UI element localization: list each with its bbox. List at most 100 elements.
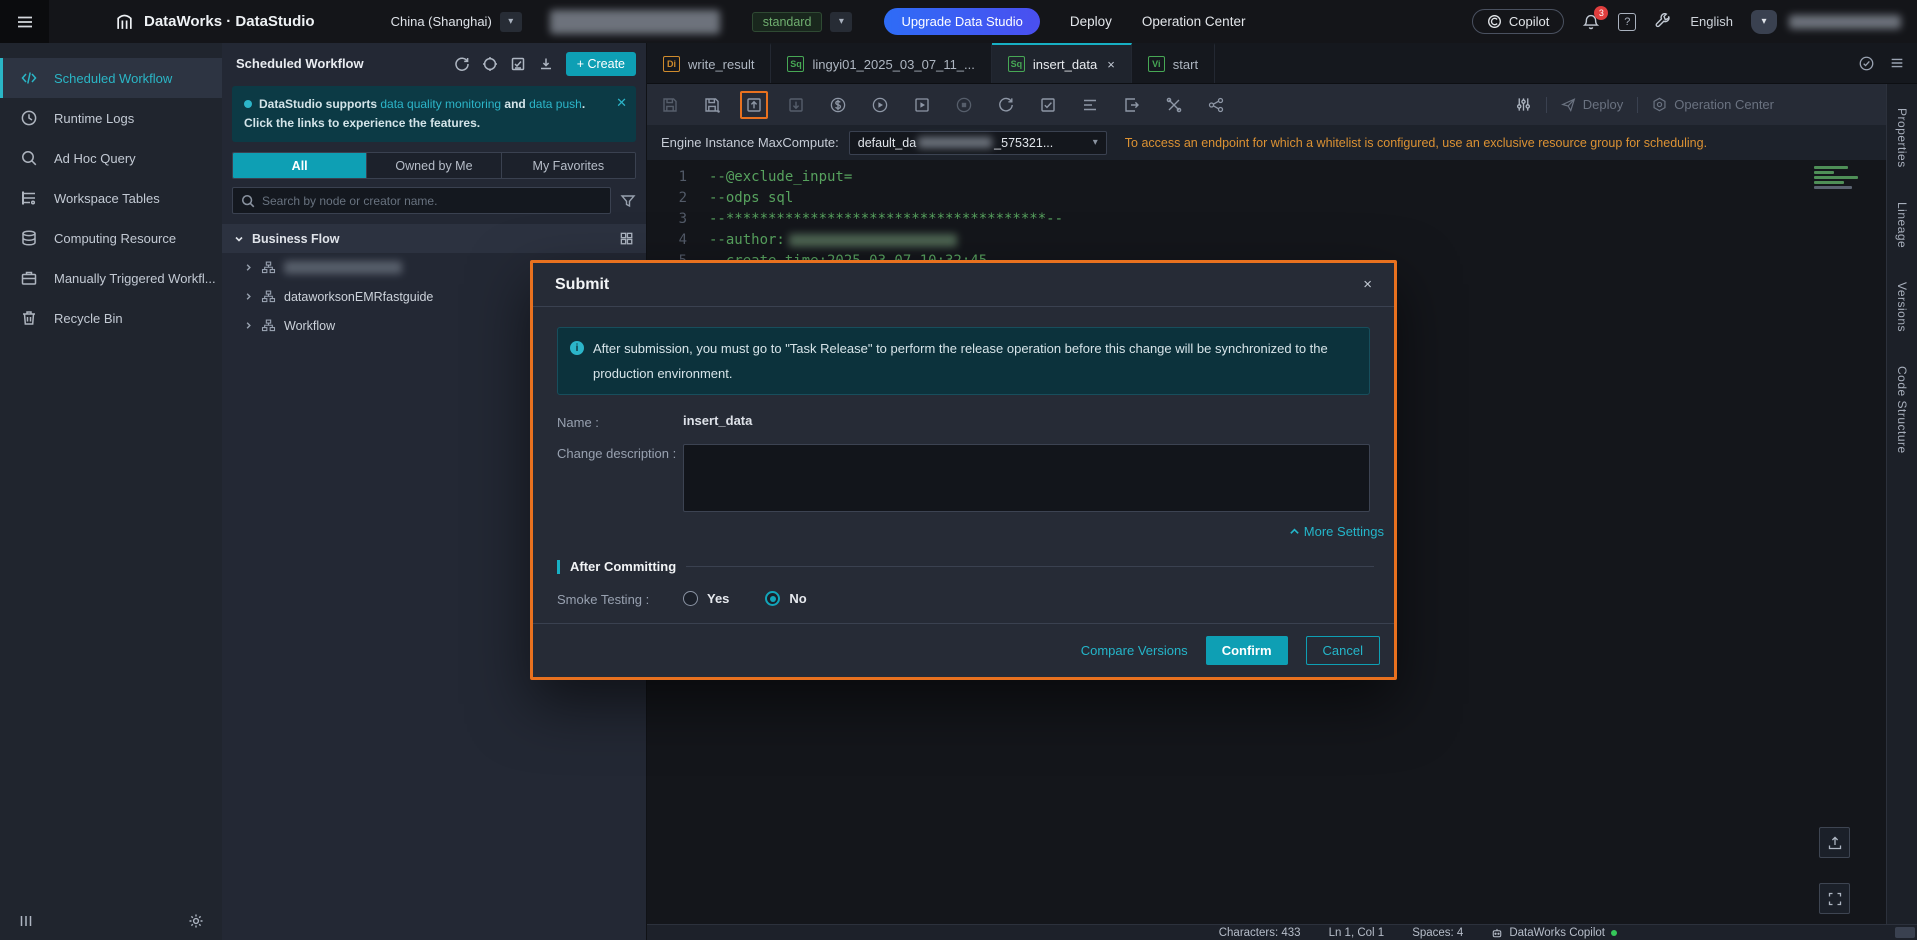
rail-tab-lineage[interactable]: Lineage (1895, 202, 1909, 248)
tab-list-icon[interactable] (1889, 55, 1905, 71)
statusbar-scroll-handle[interactable] (1895, 927, 1915, 938)
checklist-icon[interactable] (510, 56, 526, 72)
panel-header: Scheduled Workflow + Create (222, 43, 646, 84)
precheck-icon[interactable] (1039, 96, 1057, 114)
sidebar-item-scheduled-workflow[interactable]: Scheduled Workflow (0, 58, 222, 98)
grid-view-icon[interactable] (619, 231, 634, 246)
submit-unlock-icon[interactable] (787, 96, 805, 114)
language-selector[interactable]: English (1690, 14, 1733, 29)
create-button[interactable]: + Create (565, 51, 636, 76)
sidebar-item-runtime-logs[interactable]: Runtime Logs (0, 98, 222, 138)
radio-no[interactable]: No (765, 591, 807, 606)
deployment-board-button[interactable] (1819, 827, 1850, 858)
help-button[interactable]: ? (1618, 12, 1637, 31)
region-selector[interactable]: China (Shanghai) ▾ (391, 11, 522, 32)
menu-deploy[interactable]: Deploy (1070, 14, 1112, 29)
sidebar-item-ad-hoc-query[interactable]: Ad Hoc Query (0, 138, 222, 178)
feature-notice-banner: DataStudio supports data quality monitor… (232, 86, 636, 142)
fullscreen-icon[interactable] (1819, 883, 1850, 914)
data-push-link[interactable]: data push (529, 97, 582, 111)
modal-header: Submit × (533, 263, 1394, 307)
submit-modal: Submit × i After submission, you must go… (530, 260, 1397, 680)
sidebar-item-manually-triggered-workflows[interactable]: Manually Triggered Workfl... (0, 258, 222, 298)
env-badge: standard (751, 11, 823, 32)
clock-icon (20, 109, 38, 127)
filter-icon[interactable] (620, 193, 636, 209)
reload-icon[interactable] (997, 96, 1015, 114)
database-icon (20, 229, 38, 247)
cost-estimate-icon[interactable] (829, 96, 847, 114)
format-code-icon[interactable] (1081, 96, 1099, 114)
tab-all[interactable]: All (233, 153, 368, 178)
toolbar-right: Deploy Operation Center (1515, 96, 1872, 113)
locate-icon[interactable] (482, 56, 498, 72)
whitelist-warning-text: To access an endpoint for which a whitel… (1124, 135, 1708, 150)
editor-tab-write-result[interactable]: Di write_result (647, 43, 772, 83)
menu-operation-center[interactable]: Operation Center (1142, 14, 1246, 29)
vi-node-badge: Vi (1147, 56, 1165, 72)
tab-close-icon[interactable]: × (1107, 57, 1115, 72)
engine-instance-row: Engine Instance MaxCompute: default_da _… (647, 125, 1886, 160)
sidebar-item-recycle-bin[interactable]: Recycle Bin (0, 298, 222, 338)
engine-instance-label: Engine Instance MaxCompute: (661, 135, 839, 150)
import-export-icon[interactable] (538, 56, 554, 72)
settings-gear-icon[interactable] (188, 913, 204, 929)
confirm-button[interactable]: Confirm (1205, 636, 1288, 665)
engine-instance-select[interactable]: default_da _575321... ▾ (848, 130, 1107, 155)
search-input[interactable] (262, 193, 602, 208)
sidebar-item-computing-resource[interactable]: Computing Resource (0, 218, 222, 258)
copilot-icon (1487, 14, 1502, 29)
hexagon-gear-icon (1653, 97, 1666, 112)
save-all-icon[interactable] (703, 96, 721, 114)
divider (1545, 96, 1547, 113)
code-icon (20, 69, 38, 87)
editor-tab-start[interactable]: Vi start (1132, 43, 1216, 83)
sidebar-item-workspace-tables[interactable]: Workspace Tables (0, 178, 222, 218)
stop-icon[interactable] (955, 96, 973, 114)
more-settings-row: More Settings (557, 524, 1404, 539)
tree-root-business-flow[interactable]: Business Flow (222, 224, 646, 253)
cancel-button[interactable]: Cancel (1305, 636, 1380, 665)
save-icon[interactable] (661, 96, 679, 114)
operation-center-button-disabled[interactable]: Operation Center (1652, 97, 1774, 112)
sliders-icon[interactable] (1515, 96, 1532, 113)
copilot-button[interactable]: Copilot (1471, 9, 1565, 34)
copilot-status[interactable]: DataWorks Copilot (1491, 927, 1617, 939)
submit-icon[interactable] (745, 96, 763, 114)
env-selector[interactable]: standard ▾ (751, 11, 853, 32)
version-history-icon[interactable] (1858, 55, 1875, 72)
di-node-badge: Di (663, 56, 680, 72)
run-icon[interactable] (871, 96, 889, 114)
submission-notice-text: After submission, you must go to "Task R… (593, 341, 1328, 381)
open-in-icon[interactable] (1123, 96, 1141, 114)
panel-layout-icon[interactable] (18, 913, 34, 929)
upgrade-data-studio-button[interactable]: Upgrade Data Studio (884, 8, 1040, 35)
data-quality-monitoring-link[interactable]: data quality monitoring (380, 97, 501, 111)
avatar[interactable]: ▾ (1751, 9, 1777, 34)
notice-close-icon[interactable]: ✕ (616, 93, 627, 112)
editor-tab-insert-data[interactable]: Sq insert_data × (991, 43, 1132, 83)
modal-close-icon[interactable]: × (1363, 276, 1372, 293)
chevron-down-icon (234, 234, 244, 244)
deploy-button-disabled[interactable]: Deploy (1560, 97, 1623, 112)
rail-tab-code-structure[interactable]: Code Structure (1895, 366, 1909, 454)
rail-tab-properties[interactable]: Properties (1895, 108, 1909, 168)
main-menu-icon[interactable] (0, 0, 49, 43)
notifications-button[interactable]: 3 (1582, 5, 1609, 31)
tab-my-favorites[interactable]: My Favorites (501, 153, 635, 178)
sidebar-footer (0, 902, 222, 940)
editor-tab-lingyi01[interactable]: Sq lingyi01_2025_03_07_11_... (771, 43, 992, 83)
rail-tab-versions[interactable]: Versions (1895, 282, 1909, 332)
wrench-icon[interactable] (1654, 12, 1672, 31)
minimap[interactable] (1814, 166, 1860, 191)
run-with-parameters-icon[interactable] (913, 96, 931, 114)
dag-view-icon[interactable] (1207, 96, 1225, 114)
repair-tools-icon[interactable] (1165, 96, 1183, 114)
refresh-icon[interactable] (454, 56, 470, 72)
radio-yes[interactable]: Yes (683, 591, 729, 606)
more-settings-link[interactable]: More Settings (1289, 524, 1384, 539)
compare-versions-link[interactable]: Compare Versions (1081, 643, 1188, 658)
spaces-setting[interactable]: Spaces: 4 (1412, 927, 1463, 939)
change-description-textarea[interactable] (683, 444, 1370, 512)
tab-owned-by-me[interactable]: Owned by Me (367, 153, 502, 178)
